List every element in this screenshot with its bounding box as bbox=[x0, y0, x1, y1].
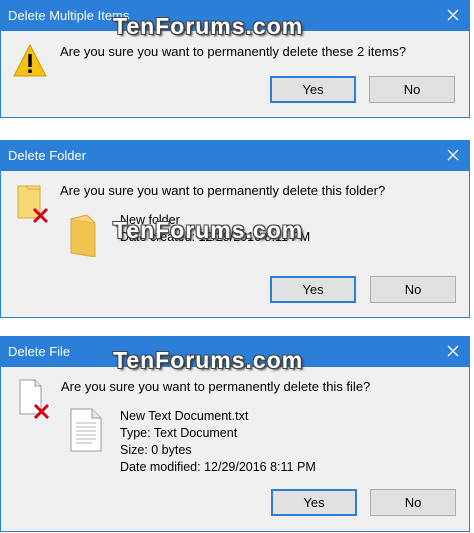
close-icon[interactable] bbox=[443, 5, 463, 25]
yes-button[interactable]: Yes bbox=[271, 489, 357, 516]
close-icon[interactable] bbox=[443, 145, 463, 165]
file-delete-icon bbox=[17, 378, 51, 425]
confirmation-question: Are you sure you want to permanently del… bbox=[60, 183, 386, 198]
file-type: Type: Text Document bbox=[120, 426, 238, 440]
dialog-title: Delete Folder bbox=[8, 148, 87, 163]
delete-folder-dialog: Delete Folder Are you sure you want to p… bbox=[0, 140, 470, 318]
warning-icon bbox=[12, 43, 48, 84]
no-button[interactable]: No bbox=[370, 276, 456, 303]
watermark: TenForums.com bbox=[113, 217, 304, 243]
close-icon[interactable] bbox=[443, 341, 463, 361]
dialog-title: Delete File bbox=[8, 344, 71, 359]
date-modified: Date modified: 12/29/2016 8:11 PM bbox=[120, 460, 316, 474]
confirmation-question: Are you sure you want to permanently del… bbox=[61, 379, 371, 394]
yes-button[interactable]: Yes bbox=[270, 276, 356, 303]
text-document-icon bbox=[68, 407, 104, 458]
file-size: Size: 0 bytes bbox=[120, 443, 192, 457]
confirmation-question: Are you sure you want to permanently del… bbox=[60, 44, 407, 59]
folder-icon bbox=[67, 213, 99, 262]
yes-button[interactable]: Yes bbox=[270, 76, 356, 103]
no-button[interactable]: No bbox=[370, 489, 456, 516]
no-button[interactable]: No bbox=[369, 76, 455, 103]
delete-file-dialog: Delete File TenForums.com Are you sure y… bbox=[0, 336, 470, 532]
delete-multiple-items-dialog: Delete Multiple Items TenForums.com Are … bbox=[0, 0, 470, 118]
watermark: TenForums.com bbox=[113, 13, 304, 39]
watermark: TenForums.com bbox=[113, 347, 304, 373]
folder-delete-icon bbox=[16, 182, 50, 229]
dialog-title: Delete Multiple Items bbox=[8, 8, 130, 23]
title-bar: Delete Folder bbox=[1, 141, 469, 171]
item-name: New Text Document.txt bbox=[120, 409, 249, 423]
